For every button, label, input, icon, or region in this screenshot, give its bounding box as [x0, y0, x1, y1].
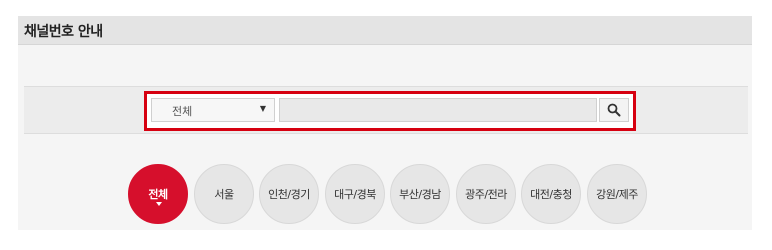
region-tab-incheon-gyeonggi[interactable]: 인천/경기 — [259, 164, 319, 224]
region-tab-label: 부산/경남 — [399, 188, 441, 201]
search-input[interactable] — [279, 98, 597, 122]
region-tab-gangwon-jeju[interactable]: 강원/제주 — [587, 164, 647, 224]
search-button[interactable] — [599, 98, 629, 122]
region-select-value: 전체 — [172, 105, 193, 118]
active-caret-icon — [156, 202, 162, 206]
page-title: 채널번호 안내 — [24, 24, 103, 40]
region-tab-all[interactable]: 전체 — [128, 164, 188, 224]
title-bar: 채널번호 안내 — [18, 16, 752, 45]
region-tab-gwangju-jeolla[interactable]: 광주/전라 — [456, 164, 516, 224]
region-tab-daegu-gyeongbuk[interactable]: 대구/경북 — [325, 164, 385, 224]
channel-guide-panel: 채널번호 안내 전체 ▼ 전체 서울 인천/경기 대구/경북 부산/경남 광주/… — [18, 16, 752, 230]
region-tab-label: 대전/충청 — [530, 188, 572, 201]
region-tab-busan-gyeongnam[interactable]: 부산/경남 — [390, 164, 450, 224]
search-icon — [607, 103, 621, 117]
region-tab-seoul[interactable]: 서울 — [194, 164, 254, 224]
region-select[interactable]: 전체 ▼ — [151, 98, 275, 122]
region-tab-label: 강원/제주 — [596, 188, 638, 201]
region-tab-label: 서울 — [214, 188, 234, 201]
region-tab-label: 대구/경북 — [334, 188, 376, 201]
region-tab-daejeon-chungcheong[interactable]: 대전/충청 — [521, 164, 581, 224]
search-band: 전체 ▼ — [24, 86, 748, 134]
region-tab-label: 전체 — [148, 188, 168, 201]
search-box: 전체 ▼ — [144, 91, 636, 131]
dropdown-arrow-icon: ▼ — [259, 104, 266, 113]
region-tab-label: 인천/경기 — [268, 188, 310, 201]
region-tab-label: 광주/전라 — [465, 188, 507, 201]
